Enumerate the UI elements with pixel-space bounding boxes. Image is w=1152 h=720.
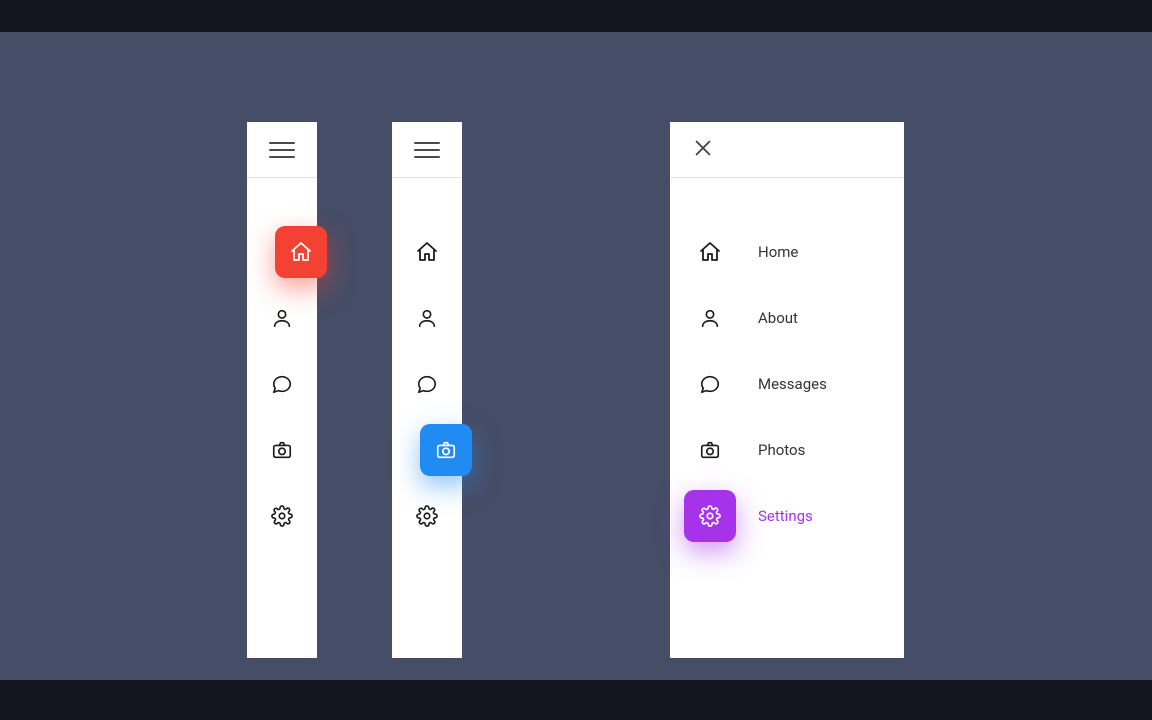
hamburger-icon[interactable] <box>269 137 295 163</box>
gear-icon <box>684 490 736 542</box>
hamburger-icon[interactable] <box>414 137 440 163</box>
menu-item-label: About <box>758 309 798 327</box>
sidebar-menu: Home About Messages Photos <box>670 178 904 542</box>
menu-item-home[interactable] <box>392 226 462 278</box>
menu-item-home[interactable]: Home <box>670 226 904 278</box>
sidebar-collapsed-2 <box>392 122 462 658</box>
canvas: Home About Messages Photos <box>0 32 1152 680</box>
gear-icon <box>256 490 308 542</box>
menu-item-settings[interactable]: Settings <box>670 490 904 542</box>
menu-item-about[interactable] <box>392 292 462 344</box>
camera-icon <box>256 424 308 476</box>
sidebar-menu <box>392 178 462 542</box>
menu-item-label: Photos <box>758 441 805 459</box>
sidebar-collapsed-1 <box>247 122 317 658</box>
menu-item-label: Settings <box>758 507 813 525</box>
menu-item-about[interactable]: About <box>670 292 904 344</box>
menu-item-home[interactable] <box>247 226 317 278</box>
bottom-bar <box>0 680 1152 720</box>
sidebar-header <box>392 122 462 178</box>
menu-item-photos[interactable] <box>247 424 317 476</box>
menu-item-settings[interactable] <box>247 490 317 542</box>
user-icon <box>256 292 308 344</box>
menu-item-label: Messages <box>758 375 827 393</box>
menu-item-label: Home <box>758 243 798 261</box>
chat-icon <box>401 358 453 410</box>
menu-item-messages[interactable] <box>247 358 317 410</box>
house-icon <box>684 226 736 278</box>
top-bar <box>0 0 1152 32</box>
sidebar-header <box>247 122 317 178</box>
gear-icon <box>401 490 453 542</box>
house-icon <box>401 226 453 278</box>
chat-icon <box>256 358 308 410</box>
menu-item-photos[interactable]: Photos <box>670 424 904 476</box>
menu-item-about[interactable] <box>247 292 317 344</box>
sidebar-expanded: Home About Messages Photos <box>670 122 904 658</box>
menu-item-photos[interactable] <box>392 424 462 476</box>
close-icon[interactable] <box>692 137 718 163</box>
camera-icon <box>684 424 736 476</box>
user-icon <box>684 292 736 344</box>
sidebar-header <box>670 122 904 178</box>
chat-icon <box>684 358 736 410</box>
user-icon <box>401 292 453 344</box>
sidebar-menu <box>247 178 317 542</box>
menu-item-messages[interactable] <box>392 358 462 410</box>
menu-item-messages[interactable]: Messages <box>670 358 904 410</box>
menu-item-settings[interactable] <box>392 490 462 542</box>
house-icon <box>275 226 327 278</box>
camera-icon <box>420 424 472 476</box>
